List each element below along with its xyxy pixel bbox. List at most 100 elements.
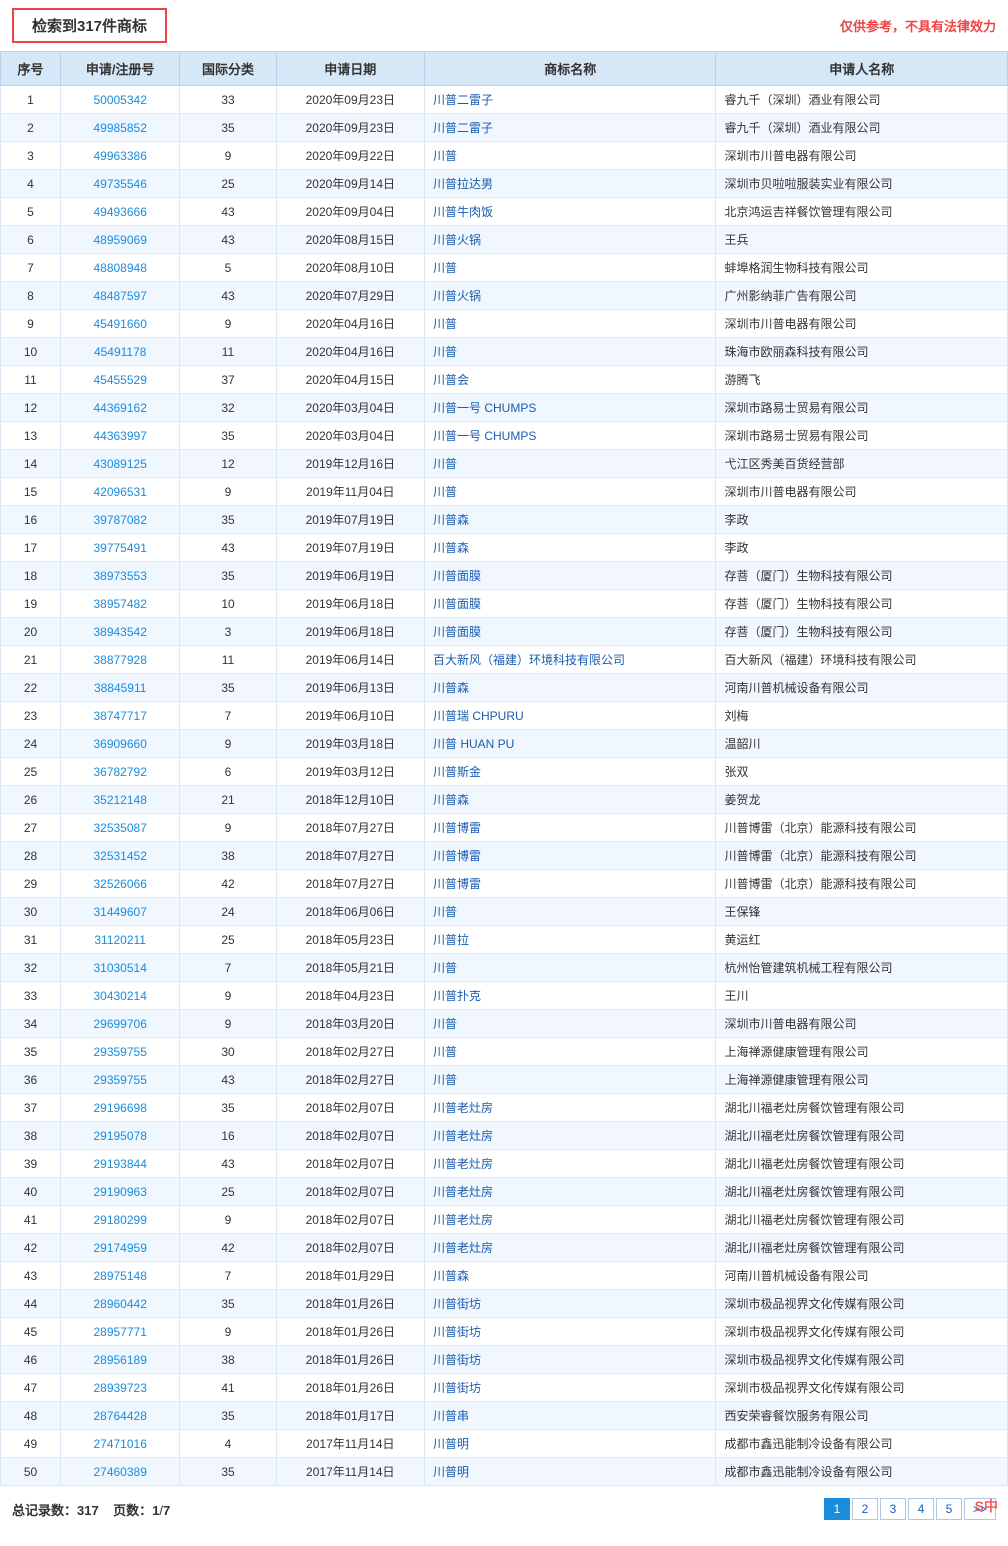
reg-no-link[interactable]: 49735546 [60, 170, 179, 198]
reg-no-link[interactable]: 39787082 [60, 506, 179, 534]
reg-no-link[interactable]: 38747717 [60, 702, 179, 730]
reg-no-link[interactable]: 31449607 [60, 898, 179, 926]
reg-no-link[interactable]: 43089125 [60, 450, 179, 478]
trademark-name-cell: 川普明 [425, 1430, 716, 1458]
reg-no-link[interactable]: 48487597 [60, 282, 179, 310]
table-cell: 35 [180, 1402, 276, 1430]
reg-no-link[interactable]: 35212148 [60, 786, 179, 814]
table-cell: 2019年03月18日 [276, 730, 424, 758]
table-cell: 10 [1, 338, 61, 366]
reg-no-link[interactable]: 32526066 [60, 870, 179, 898]
footer-bar: 总记录数：317 页数：1/7 12345>> [0, 1490, 1008, 1528]
reg-no-link[interactable]: 28960442 [60, 1290, 179, 1318]
applicant-cell: 西安荣睿餐饮服务有限公司 [716, 1402, 1008, 1430]
reg-no-link[interactable]: 28975148 [60, 1262, 179, 1290]
reg-no-link[interactable]: 38943542 [60, 618, 179, 646]
table-cell: 2018年02月07日 [276, 1234, 424, 1262]
reg-no-link[interactable]: 32531452 [60, 842, 179, 870]
page-btn-5[interactable]: 5 [936, 1498, 962, 1520]
applicant-cell: 睿九千（深圳）酒业有限公司 [716, 114, 1008, 142]
table-cell: 2018年02月07日 [276, 1178, 424, 1206]
page-btn-1[interactable]: 1 [824, 1498, 850, 1520]
reg-no-link[interactable]: 29193844 [60, 1150, 179, 1178]
reg-no-link[interactable]: 29195078 [60, 1122, 179, 1150]
table-cell: 7 [180, 954, 276, 982]
reg-no-link[interactable]: 48959069 [60, 226, 179, 254]
reg-no-link[interactable]: 29699706 [60, 1010, 179, 1038]
table-cell: 2018年02月07日 [276, 1206, 424, 1234]
reg-no-link[interactable]: 36782792 [60, 758, 179, 786]
reg-no-link[interactable]: 45491178 [60, 338, 179, 366]
reg-no-link[interactable]: 50005342 [60, 86, 179, 114]
reg-no-link[interactable]: 45455529 [60, 366, 179, 394]
table-row: 1344363997352020年03月04日川普一号 CHUMPS深圳市路易士… [1, 422, 1008, 450]
trademark-name-cell: 川普 [425, 478, 716, 506]
table-cell: 15 [1, 478, 61, 506]
table-row: 1045491178112020年04月16日川普珠海市欧丽森科技有限公司 [1, 338, 1008, 366]
reg-no-link[interactable]: 44363997 [60, 422, 179, 450]
table-cell: 9 [180, 730, 276, 758]
reg-no-link[interactable]: 42096531 [60, 478, 179, 506]
page-btn-4[interactable]: 4 [908, 1498, 934, 1520]
reg-no-link[interactable]: 49963386 [60, 142, 179, 170]
reg-no-link[interactable]: 49493666 [60, 198, 179, 226]
reg-no-link[interactable]: 28957771 [60, 1318, 179, 1346]
table-cell: 30 [1, 898, 61, 926]
reg-no-link[interactable]: 30430214 [60, 982, 179, 1010]
applicant-cell: 张双 [716, 758, 1008, 786]
col-applicant: 申请人名称 [716, 52, 1008, 86]
applicant-cell: 李政 [716, 506, 1008, 534]
reg-no-link[interactable]: 48808948 [60, 254, 179, 282]
reg-no-link[interactable]: 28956189 [60, 1346, 179, 1374]
trademark-name-cell: 百大新风（福建）环境科技有限公司 [425, 646, 716, 674]
table-cell: 2018年05月23日 [276, 926, 424, 954]
reg-no-link[interactable]: 45491660 [60, 310, 179, 338]
reg-no-link[interactable]: 39775491 [60, 534, 179, 562]
applicant-cell: 深圳市路易士贸易有限公司 [716, 422, 1008, 450]
reg-no-link[interactable]: 27471016 [60, 1430, 179, 1458]
reg-no-link[interactable]: 38845911 [60, 674, 179, 702]
table-row: 492747101642017年11月14日川普明成都市鑫迅能制冷设备有限公司 [1, 1430, 1008, 1458]
applicant-cell: 存菩（厦门）生物科技有限公司 [716, 590, 1008, 618]
reg-no-link[interactable]: 29359755 [60, 1066, 179, 1094]
col-reg-no: 申请/注册号 [60, 52, 179, 86]
reg-no-link[interactable]: 27460389 [60, 1458, 179, 1486]
applicant-cell: 睿九千（深圳）酒业有限公司 [716, 86, 1008, 114]
reg-no-link[interactable]: 36909660 [60, 730, 179, 758]
applicant-cell: 河南川普机械设备有限公司 [716, 1262, 1008, 1290]
reg-no-link[interactable]: 38877928 [60, 646, 179, 674]
reg-no-link[interactable]: 38957482 [60, 590, 179, 618]
table-cell: 2018年07月27日 [276, 842, 424, 870]
reg-no-link[interactable]: 28764428 [60, 1402, 179, 1430]
reg-no-link[interactable]: 29174959 [60, 1234, 179, 1262]
table-cell: 2020年09月14日 [276, 170, 424, 198]
table-cell: 35 [1, 1038, 61, 1066]
reg-no-link[interactable]: 38973553 [60, 562, 179, 590]
reg-no-link[interactable]: 31120211 [60, 926, 179, 954]
table-cell: 35 [180, 506, 276, 534]
trademark-name-cell: 川普 HUAN PU [425, 730, 716, 758]
reg-no-link[interactable]: 44369162 [60, 394, 179, 422]
reg-no-link[interactable]: 49985852 [60, 114, 179, 142]
col-date: 申请日期 [276, 52, 424, 86]
reg-no-link[interactable]: 29196698 [60, 1094, 179, 1122]
table-row: 1639787082352019年07月19日川普森李政 [1, 506, 1008, 534]
table-cell: 2018年07月27日 [276, 814, 424, 842]
reg-no-link[interactable]: 31030514 [60, 954, 179, 982]
page-btn-2[interactable]: 2 [852, 1498, 878, 1520]
reg-no-link[interactable]: 32535087 [60, 814, 179, 842]
reg-no-link[interactable]: 29180299 [60, 1206, 179, 1234]
table-cell: 20 [1, 618, 61, 646]
reg-no-link[interactable]: 29359755 [60, 1038, 179, 1066]
trademark-name-cell: 川普二雷子 [425, 86, 716, 114]
table-row: 4428960442352018年01月26日川普街坊深圳市极品视界文化传媒有限… [1, 1290, 1008, 1318]
reg-no-link[interactable]: 29190963 [60, 1178, 179, 1206]
table-cell: 6 [1, 226, 61, 254]
page-btn-3[interactable]: 3 [880, 1498, 906, 1520]
table-cell: 2018年05月21日 [276, 954, 424, 982]
table-cell: 5 [180, 254, 276, 282]
applicant-cell: 李政 [716, 534, 1008, 562]
table-row: 848487597432020年07月29日川普火锅广州影纳菲广告有限公司 [1, 282, 1008, 310]
reg-no-link[interactable]: 28939723 [60, 1374, 179, 1402]
table-row: 253678279262019年03月12日川普斯金张双 [1, 758, 1008, 786]
